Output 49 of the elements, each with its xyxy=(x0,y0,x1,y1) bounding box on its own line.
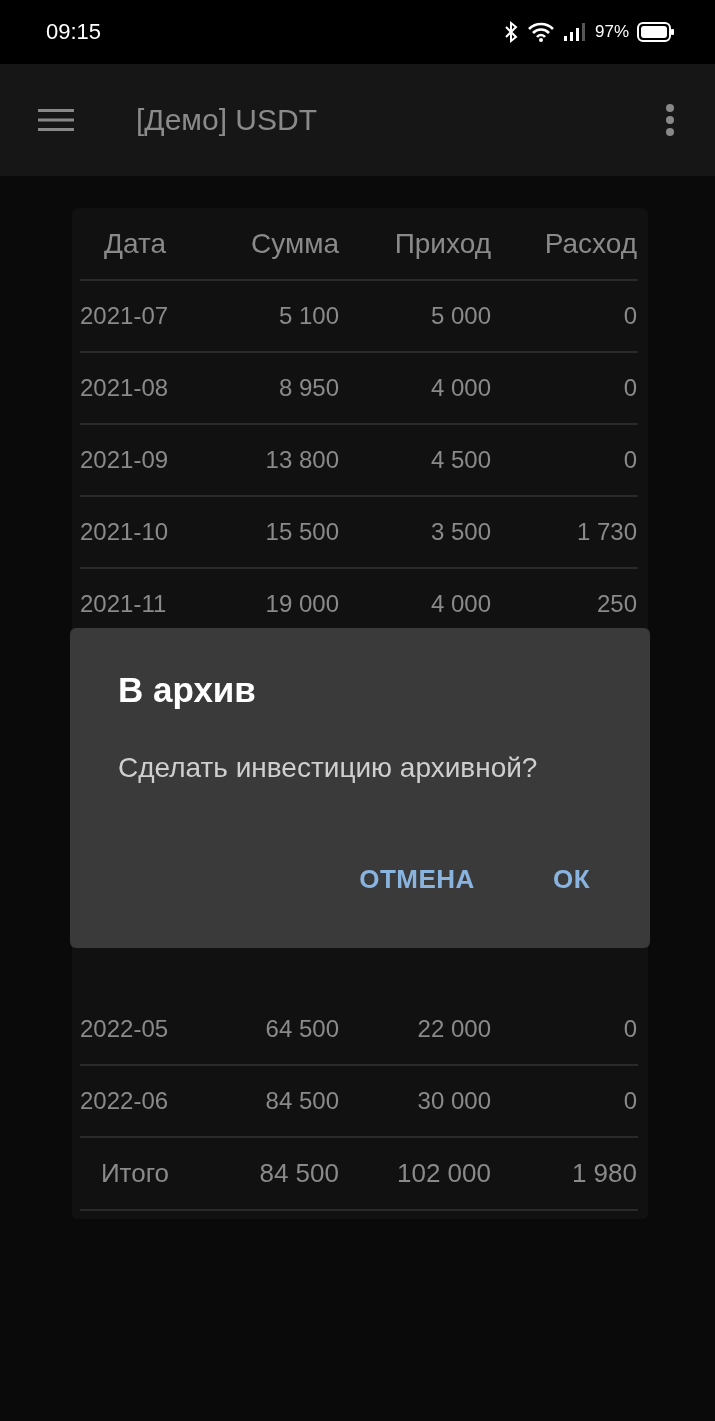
table-cell-text: 2021-10 xyxy=(80,518,170,546)
battery-icon xyxy=(637,22,675,42)
clock: 09:15 xyxy=(46,19,103,45)
table-cell-text: 102 000 xyxy=(396,1158,491,1189)
table-cell-text: 4 000 xyxy=(429,590,491,618)
table-cell-text: 250 xyxy=(595,590,637,618)
table-cell-text: 1 730 xyxy=(575,518,637,546)
table-cell-text: 84 500 xyxy=(258,1158,339,1189)
table-cell-text: 4 000 xyxy=(429,374,491,402)
table-cell-text: 0 xyxy=(622,1015,637,1043)
screen-title: [Демо] USDT xyxy=(136,103,318,137)
table-cell-text: 5 100 xyxy=(277,302,339,330)
table-cell-text: 2022-05 xyxy=(80,1015,170,1043)
wifi-icon xyxy=(526,21,555,43)
total-label: Итого xyxy=(99,1158,171,1189)
table-cell-text: 2021-08 xyxy=(80,374,170,402)
table-cell-text: 1 980 xyxy=(570,1158,637,1189)
table-cell-text: 19 000 xyxy=(264,590,339,618)
table-cell-text: 64 500 xyxy=(264,1015,339,1043)
table-cell-text: 8 950 xyxy=(277,374,339,402)
dialog-title: В архив xyxy=(118,670,257,710)
more-options-button[interactable] xyxy=(665,103,675,137)
table-cell-text: 0 xyxy=(622,446,637,474)
bluetooth-icon xyxy=(502,21,519,43)
menu-button[interactable] xyxy=(38,108,74,132)
ok-button[interactable]: ОК xyxy=(552,864,590,895)
column-header: Приход xyxy=(393,227,491,260)
table-cell-text: 0 xyxy=(622,374,637,402)
table-cell-text: 13 800 xyxy=(264,446,339,474)
table-cell-text: 5 000 xyxy=(429,302,491,330)
table-cell-text: 2022-06 xyxy=(80,1087,170,1115)
table-cell-text: 2021-07 xyxy=(80,302,170,330)
signal-icon xyxy=(562,22,587,42)
battery-percent: 97% xyxy=(594,22,629,42)
column-header: Дата xyxy=(103,227,167,260)
table-cell-text: 2021-09 xyxy=(80,446,170,474)
column-header: Сумма xyxy=(250,227,339,260)
table-cell-text: 4 500 xyxy=(429,446,491,474)
table-cell-text: 15 500 xyxy=(264,518,339,546)
table-cell-text: 30 000 xyxy=(416,1087,491,1115)
table-cell-text: 0 xyxy=(622,1087,637,1115)
table-cell-text: 22 000 xyxy=(416,1015,491,1043)
dialog-message: Сделать инвестицию архивной? xyxy=(118,752,539,784)
table-cell-text: 84 500 xyxy=(264,1087,339,1115)
cancel-button[interactable]: ОТМЕНА xyxy=(359,864,475,895)
table-cell-text: 3 500 xyxy=(429,518,491,546)
column-header: Расход xyxy=(543,227,637,260)
table-cell-text: 0 xyxy=(622,302,637,330)
table-cell-text: 2021-11 xyxy=(80,590,168,618)
